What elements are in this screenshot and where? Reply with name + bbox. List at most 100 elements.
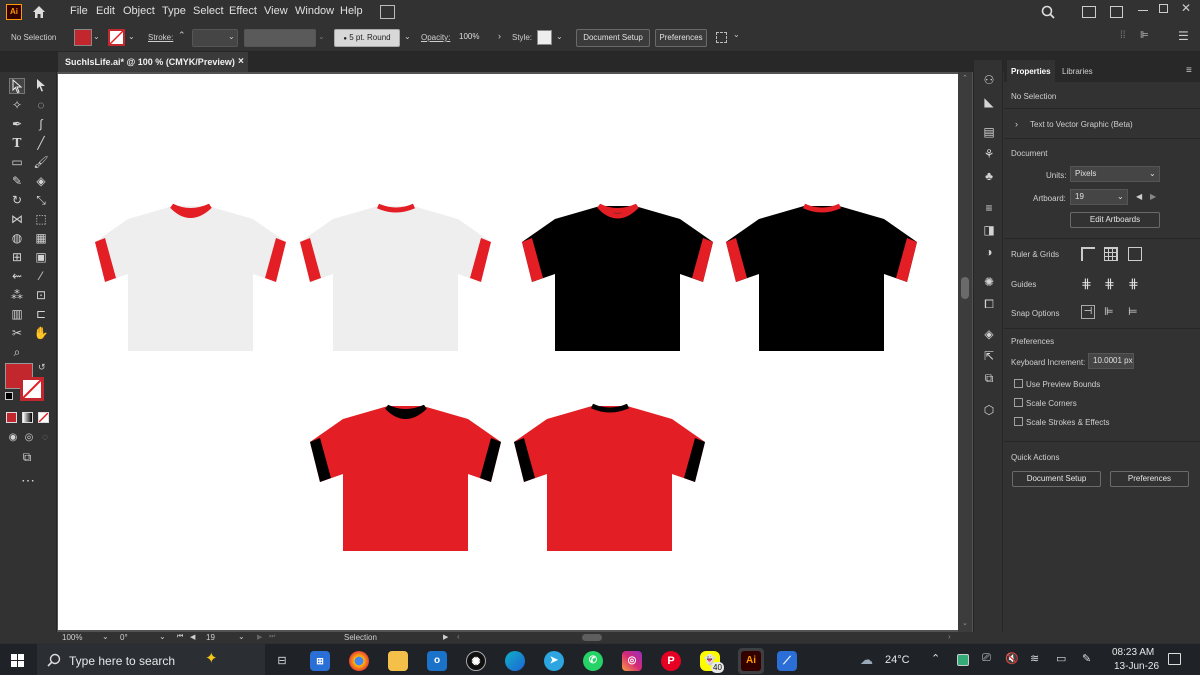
weather-temperature[interactable]: 24°C [885,654,910,666]
eyedropper-tool-icon[interactable]: ⁄ [33,268,49,284]
default-colors-icon[interactable] [5,392,13,400]
opacity-label[interactable]: Opacity: [421,33,450,42]
vertical-scroll-thumb[interactable] [961,277,969,299]
symbols-icon[interactable]: ♣ [981,168,997,184]
rulers-icon[interactable] [1081,247,1095,261]
tshirt-black-red-ringer-2[interactable] [726,203,917,351]
draw-inside-icon[interactable]: ◌ [37,430,53,446]
snap-to-glyph-icon[interactable]: ⊨ [1128,305,1138,318]
direct-selection-tool-icon[interactable] [33,78,49,94]
stroke-weight-stepper[interactable]: ⌃ [178,30,186,41]
use-preview-bounds-checkbox[interactable] [1014,379,1023,388]
symbol-sprayer-tool-icon[interactable]: ⁂ [9,287,25,303]
menu-view[interactable]: View [264,5,288,17]
perspective-grid-tool-icon[interactable]: ▦ [33,230,49,246]
notification-center-icon[interactable] [1168,653,1181,665]
magic-wand-tool-icon[interactable]: ✧ [9,97,25,113]
outlook-icon[interactable]: o [427,651,447,671]
grid-icon[interactable] [1104,247,1118,261]
status-menu-arrow-icon[interactable]: ▶ [443,633,448,641]
text-to-vector-item[interactable]: Text to Vector Graphic (Beta) [1030,120,1133,129]
clock-date[interactable]: 13-Jun-26 [1114,661,1159,672]
appearance-icon[interactable]: ✺ [981,274,997,290]
first-artboard-icon[interactable]: ⏮ [177,633,183,641]
quick-preferences-button[interactable]: Preferences [1110,471,1189,487]
next-artboard-icon[interactable]: ▶ [1150,192,1156,201]
tshirt-black-red-ringer-1[interactable] [522,203,713,351]
app-logo[interactable]: Ai [6,4,22,20]
home-icon[interactable] [31,4,47,20]
telegram-icon[interactable]: ➤ [544,651,564,671]
blend-tool-icon[interactable]: ⇜ [9,268,25,284]
zoom-dropdown-icon[interactable]: ⌄ [102,632,109,641]
show-guides-icon[interactable]: ⋕ [1081,276,1092,292]
paintbrush-tool-icon[interactable]: 🖌 [33,154,49,170]
style-dropdown-icon[interactable]: ⌄ [556,32,563,41]
vertical-scrollbar[interactable]: ⌃ ⌄ [958,72,972,632]
curvature-tool-icon[interactable]: ∫ [33,116,49,132]
lock-guides-icon[interactable]: ⋕ [1104,276,1115,292]
gradient-mode-icon[interactable] [22,412,33,423]
artboard-nav-number[interactable]: 19 [206,633,215,642]
zoom-tool-icon[interactable]: ⌕ [9,344,25,360]
gradient-tool-icon[interactable]: ▣ [33,249,49,265]
stroke-label[interactable]: Stroke: [148,33,173,42]
microsoft-store-icon[interactable]: ⊞ [310,651,330,671]
graphic-style-swatch[interactable] [537,30,552,45]
tab-libraries[interactable]: Libraries [1062,67,1093,76]
graph-tool-icon[interactable]: ▥ [9,306,25,322]
workspace-switcher-icon[interactable] [1082,6,1096,18]
close-window-icon[interactable]: ✕ [1181,1,1191,15]
battery-tray-icon[interactable]: ⎚ [982,652,991,665]
artboard-nav-dropdown-icon[interactable]: ⌄ [238,632,245,641]
mesh-tool-icon[interactable]: ⊞ [9,249,25,265]
stroke-panel-icon[interactable]: ≡ [981,200,997,216]
stroke-color-box[interactable] [20,377,44,401]
chatgpt-icon[interactable]: ✺ [466,651,486,671]
restore-icon[interactable] [1159,4,1168,13]
wifi-icon[interactable]: ≋ [1030,652,1039,665]
tshirt-white-red-ringer-2[interactable] [300,203,491,351]
panel-layout-icon[interactable] [1110,6,1123,18]
scroll-left-icon[interactable]: ‹ [457,632,460,641]
transparency-grid-icon[interactable] [1128,247,1142,261]
scale-strokes-checkbox[interactable] [1014,417,1023,426]
document-tab[interactable]: SuchIsLife.ai* @ 100 % (CMYK/Preview) × [58,52,248,72]
smart-guides-icon[interactable]: ⋕ [1128,276,1139,292]
menu-select[interactable]: Select [193,5,224,17]
taskbar-search-box[interactable]: Type here to search ✦ [37,644,265,675]
edit-artboards-button[interactable]: Edit Artboards [1070,212,1160,228]
pinterest-icon[interactable]: P [661,651,681,671]
volume-muted-icon[interactable]: 🔇 [1005,652,1019,665]
edge-icon[interactable] [505,651,525,671]
windows-start-icon[interactable] [11,654,24,667]
stroke-dropdown-icon[interactable]: ⌄ [128,32,135,41]
artboard[interactable] [58,74,958,630]
layers-icon[interactable]: ◈ [981,326,997,342]
properties-toggle-icon[interactable]: ⊫ [1140,30,1149,41]
eraser-tool-icon[interactable]: ◈ [33,173,49,189]
panel-menu-icon[interactable]: ☰ [1178,29,1189,43]
zoom-level[interactable]: 100% [62,633,82,642]
security-tray-icon[interactable] [957,654,969,666]
copilot-sparkle-icon[interactable]: ✦ [205,649,218,667]
swap-colors-icon[interactable]: ↺ [38,362,46,373]
next-artboard-nav-icon[interactable]: ▶ [257,633,262,641]
opacity-arrow-icon[interactable]: › [498,31,501,41]
column-graph-tool-icon[interactable]: ⊡ [33,287,49,303]
brush-dropdown-icon[interactable]: ⌄ [404,32,411,41]
export-icon[interactable]: ⇱ [981,348,997,364]
chrome-icon[interactable] [349,651,369,671]
rotate-tool-icon[interactable]: ↻ [9,192,25,208]
stroke-weight-dropdown-icon[interactable]: ⌄ [228,32,235,41]
menu-object[interactable]: Object [123,5,155,17]
expand-chevron-icon[interactable]: › [1015,119,1018,129]
slice-tool-icon[interactable]: ✂ [9,325,25,341]
variable-width-profile[interactable] [244,29,316,47]
illustrator-taskbar-button[interactable]: Ai [738,648,764,674]
libraries-icon[interactable]: ◣ [981,94,997,110]
task-view-icon[interactable]: ⊟ [272,651,292,671]
scale-corners-checkbox[interactable] [1014,398,1023,407]
edit-toolbar-icon[interactable]: ⋯ [20,472,36,488]
menu-file[interactable]: File [70,5,88,17]
